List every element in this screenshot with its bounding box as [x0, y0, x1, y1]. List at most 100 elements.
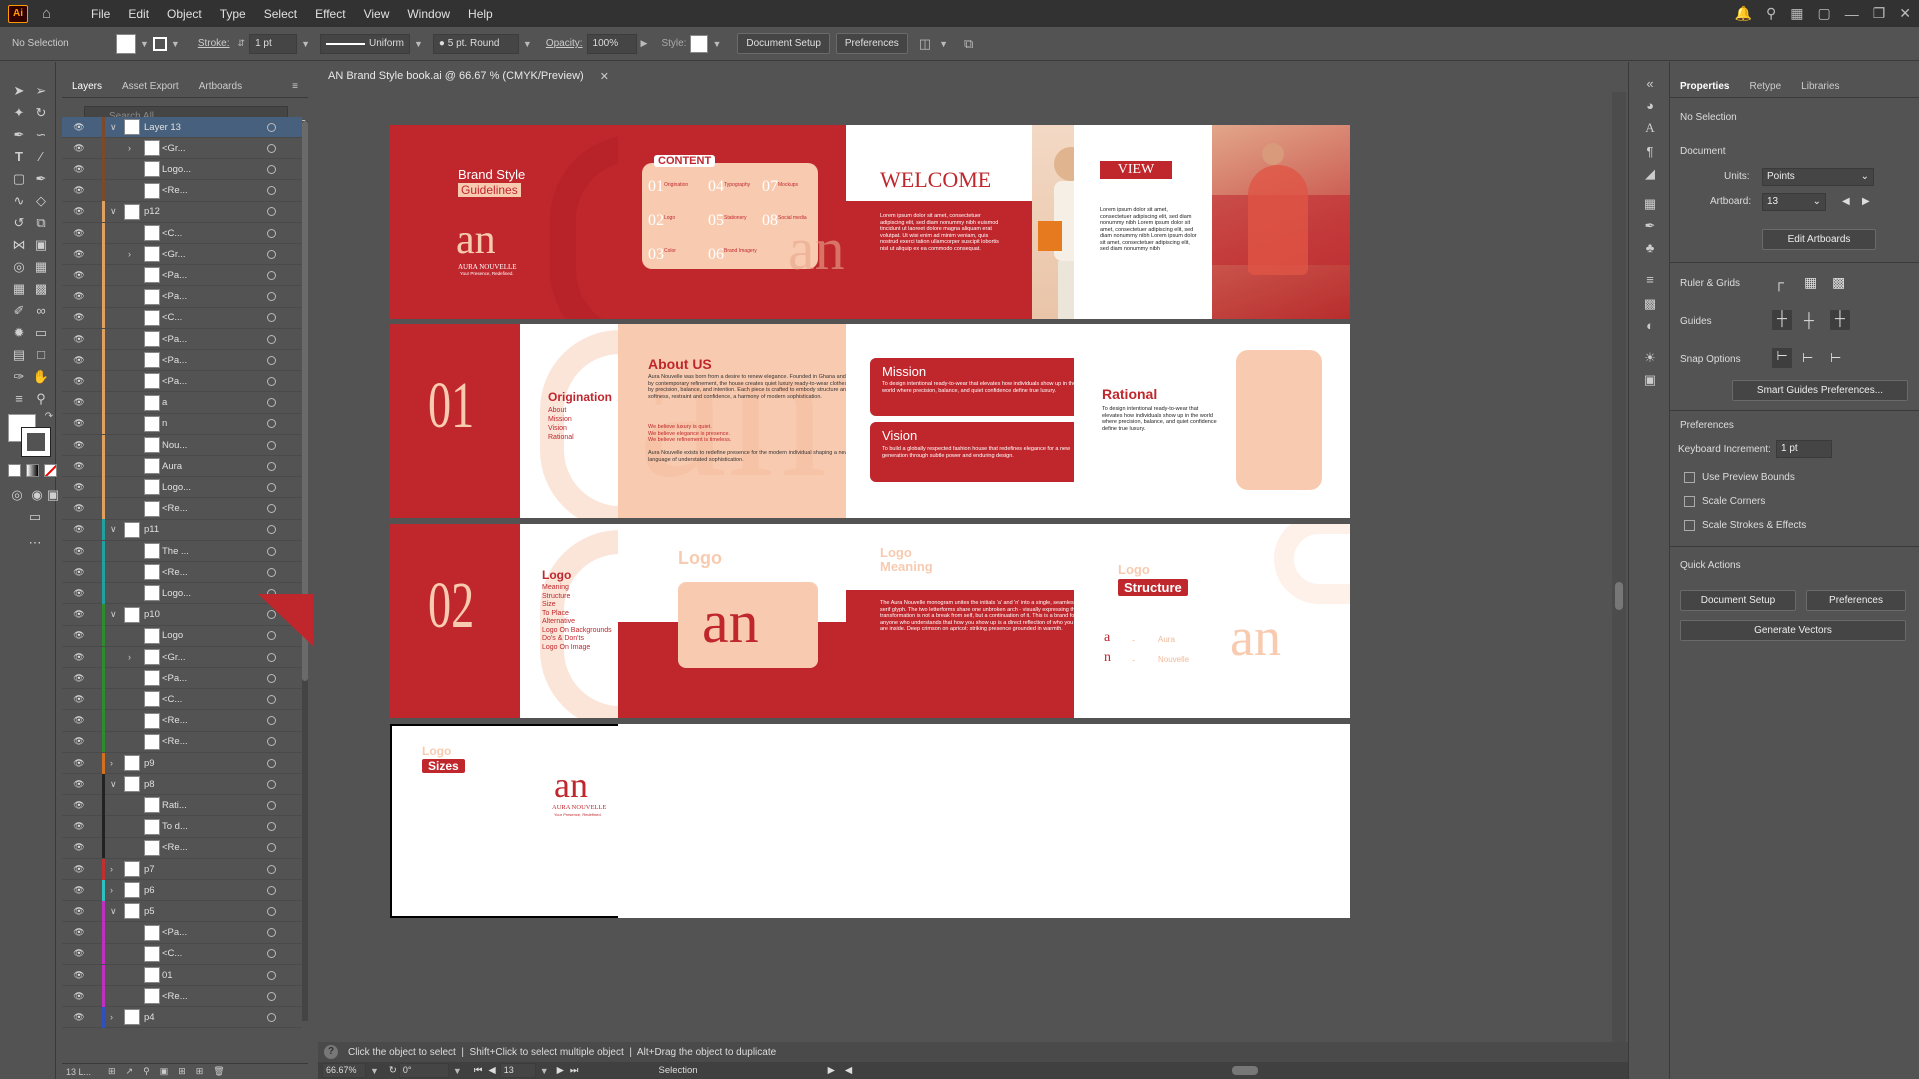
artboard-4[interactable]: VIEW Lorem ipsum dolor sit amet, consect… [1074, 125, 1350, 319]
menu-window[interactable]: Window [398, 7, 459, 21]
more-tools-icon[interactable]: ⋯ [26, 534, 44, 552]
eye-icon[interactable]: 👁 [72, 821, 86, 832]
chevron-down-icon[interactable]: ▼ [140, 39, 149, 49]
eye-icon[interactable]: 👁 [72, 567, 86, 578]
layer-row[interactable]: 👁 <Re... [62, 561, 302, 584]
layer-row[interactable]: 👁 <C... [62, 307, 302, 329]
menu-edit[interactable]: Edit [119, 7, 158, 21]
target-icon[interactable] [267, 567, 276, 577]
graph-tool-icon[interactable]: ▤ [10, 346, 28, 364]
rotation-field[interactable]: 0° [398, 1063, 449, 1078]
chevron-down-icon[interactable]: ▼ [414, 39, 423, 49]
chevron-left-icon[interactable]: ◀ [845, 1065, 852, 1076]
eye-icon[interactable]: 👁 [72, 588, 86, 599]
layer-row[interactable]: 👁 a [62, 392, 302, 414]
target-icon[interactable] [267, 228, 276, 238]
shaper-tool-icon[interactable]: ∿ [10, 192, 28, 210]
align-icon[interactable]: ◫ [919, 36, 931, 52]
target-icon[interactable] [267, 800, 276, 810]
tab-artboards[interactable]: Artboards [189, 81, 252, 92]
target-icon[interactable] [267, 694, 276, 704]
chevron-right-icon[interactable]: › [110, 1012, 120, 1022]
layer-row[interactable]: 👁 › <Gr... [62, 646, 302, 668]
chevron-down-icon[interactable]: ▼ [712, 39, 721, 49]
target-icon[interactable] [267, 376, 276, 386]
transparency-grid-icon[interactable]: ▩ [1832, 274, 1845, 291]
layer-row[interactable]: 👁 <Pa... [62, 349, 302, 372]
eye-icon[interactable]: 👁 [72, 842, 86, 853]
hand-tool-icon[interactable]: ✋ [32, 368, 50, 386]
chevron-right-icon[interactable]: › [128, 249, 138, 259]
target-icon[interactable] [267, 355, 276, 365]
layer-row[interactable]: 👁 <Pa... [62, 264, 302, 287]
menu-select[interactable]: Select [255, 7, 306, 21]
layer-row[interactable]: 👁 To d... [62, 816, 302, 838]
stroke-panel-icon[interactable]: ≡ [1641, 272, 1659, 288]
canvas-vertical-scrollbar[interactable] [1612, 92, 1626, 1042]
target-icon[interactable] [267, 949, 276, 959]
eye-icon[interactable]: 👁 [72, 355, 86, 366]
menu-effect[interactable]: Effect [306, 7, 354, 21]
layer-row[interactable]: 👁 Logo... [62, 158, 302, 181]
layer-row[interactable]: 👁 › p9 [62, 752, 302, 774]
target-icon[interactable] [267, 504, 276, 514]
target-icon[interactable] [267, 143, 276, 153]
magic-wand-icon[interactable]: ✦ [10, 104, 28, 122]
show-guides-icon[interactable]: ┼ [1772, 310, 1792, 330]
opacity-field[interactable]: 100% [586, 33, 637, 54]
layer-row[interactable]: 👁 › p7 [62, 858, 302, 880]
line-tool-icon[interactable]: ∕ [32, 148, 50, 166]
eye-icon[interactable]: 👁 [72, 673, 86, 684]
eye-icon[interactable]: 👁 [72, 609, 86, 620]
tab-layers[interactable]: Layers [62, 81, 112, 92]
libraries-panel-icon[interactable]: ▦ [1641, 196, 1659, 212]
layer-row[interactable]: 👁 <Pa... [62, 370, 302, 393]
snap-to-point-icon[interactable]: ⊢ [1772, 348, 1792, 368]
layer-row[interactable]: 👁 <Re... [62, 710, 302, 732]
scale-strokes-checkbox[interactable] [1684, 520, 1695, 531]
layer-row[interactable]: 👁 <Re... [62, 731, 302, 753]
chevron-down-icon[interactable]: ▼ [453, 1066, 462, 1076]
chevron-down-icon[interactable]: ▼ [370, 1066, 379, 1076]
eye-icon[interactable]: 👁 [72, 948, 86, 959]
quick-preferences-button[interactable]: Preferences [1806, 590, 1906, 611]
eye-icon[interactable]: 👁 [72, 440, 86, 451]
gradient-tool-icon[interactable]: ▩ [32, 280, 50, 298]
eye-icon[interactable]: 👁 [72, 736, 86, 747]
chevron-down-icon[interactable]: ▼ [939, 39, 948, 49]
eye-icon[interactable]: 👁 [72, 991, 86, 1002]
next-artboard-icon[interactable]: ▶ [557, 1065, 564, 1076]
smart-guides-icon[interactable]: ┼ [1830, 310, 1850, 330]
eye-icon[interactable]: 👁 [72, 503, 86, 514]
horizontal-scroll-thumb[interactable] [1232, 1066, 1259, 1075]
eye-icon[interactable]: 👁 [72, 800, 86, 811]
menu-file[interactable]: File [82, 7, 119, 21]
layer-row[interactable]: 👁 <Pa... [62, 328, 302, 350]
artboard-select[interactable]: 13 ⌄ [1762, 193, 1826, 211]
eye-icon[interactable]: 👁 [72, 758, 86, 769]
layer-row[interactable]: 👁 ∨ p11 [62, 519, 302, 541]
chevron-right-icon[interactable]: › [110, 864, 120, 874]
target-icon[interactable] [267, 546, 276, 556]
symbols-panel-icon[interactable]: ♣ [1641, 240, 1659, 256]
target-icon[interactable] [267, 906, 276, 916]
snap-to-pixel-icon[interactable]: ⊢ [1802, 350, 1813, 366]
stroke-label[interactable]: Stroke: [198, 38, 230, 49]
layer-row[interactable]: 👁 Nou... [62, 434, 302, 456]
target-icon[interactable] [267, 673, 276, 683]
chevron-down-icon[interactable]: ▼ [171, 39, 180, 49]
trash-icon[interactable]: 🗑 [213, 1066, 224, 1077]
eye-icon[interactable]: 👁 [72, 418, 86, 429]
eye-icon[interactable]: 👁 [72, 885, 86, 896]
close-icon[interactable]: ✕ [1899, 5, 1911, 22]
target-icon[interactable] [267, 652, 276, 662]
eye-icon[interactable]: 👁 [72, 927, 86, 938]
opentype-panel-icon[interactable]: ◢ [1641, 166, 1659, 182]
character-panel-icon[interactable]: A [1641, 120, 1659, 136]
layer-row[interactable]: 👁 01 [62, 964, 302, 986]
eye-icon[interactable]: 👁 [72, 694, 86, 705]
eye-icon[interactable]: 👁 [72, 524, 86, 535]
layer-row[interactable]: 👁 n [62, 413, 302, 435]
target-icon[interactable] [267, 334, 276, 344]
stroke-weight-field[interactable]: 1 pt [249, 33, 298, 54]
